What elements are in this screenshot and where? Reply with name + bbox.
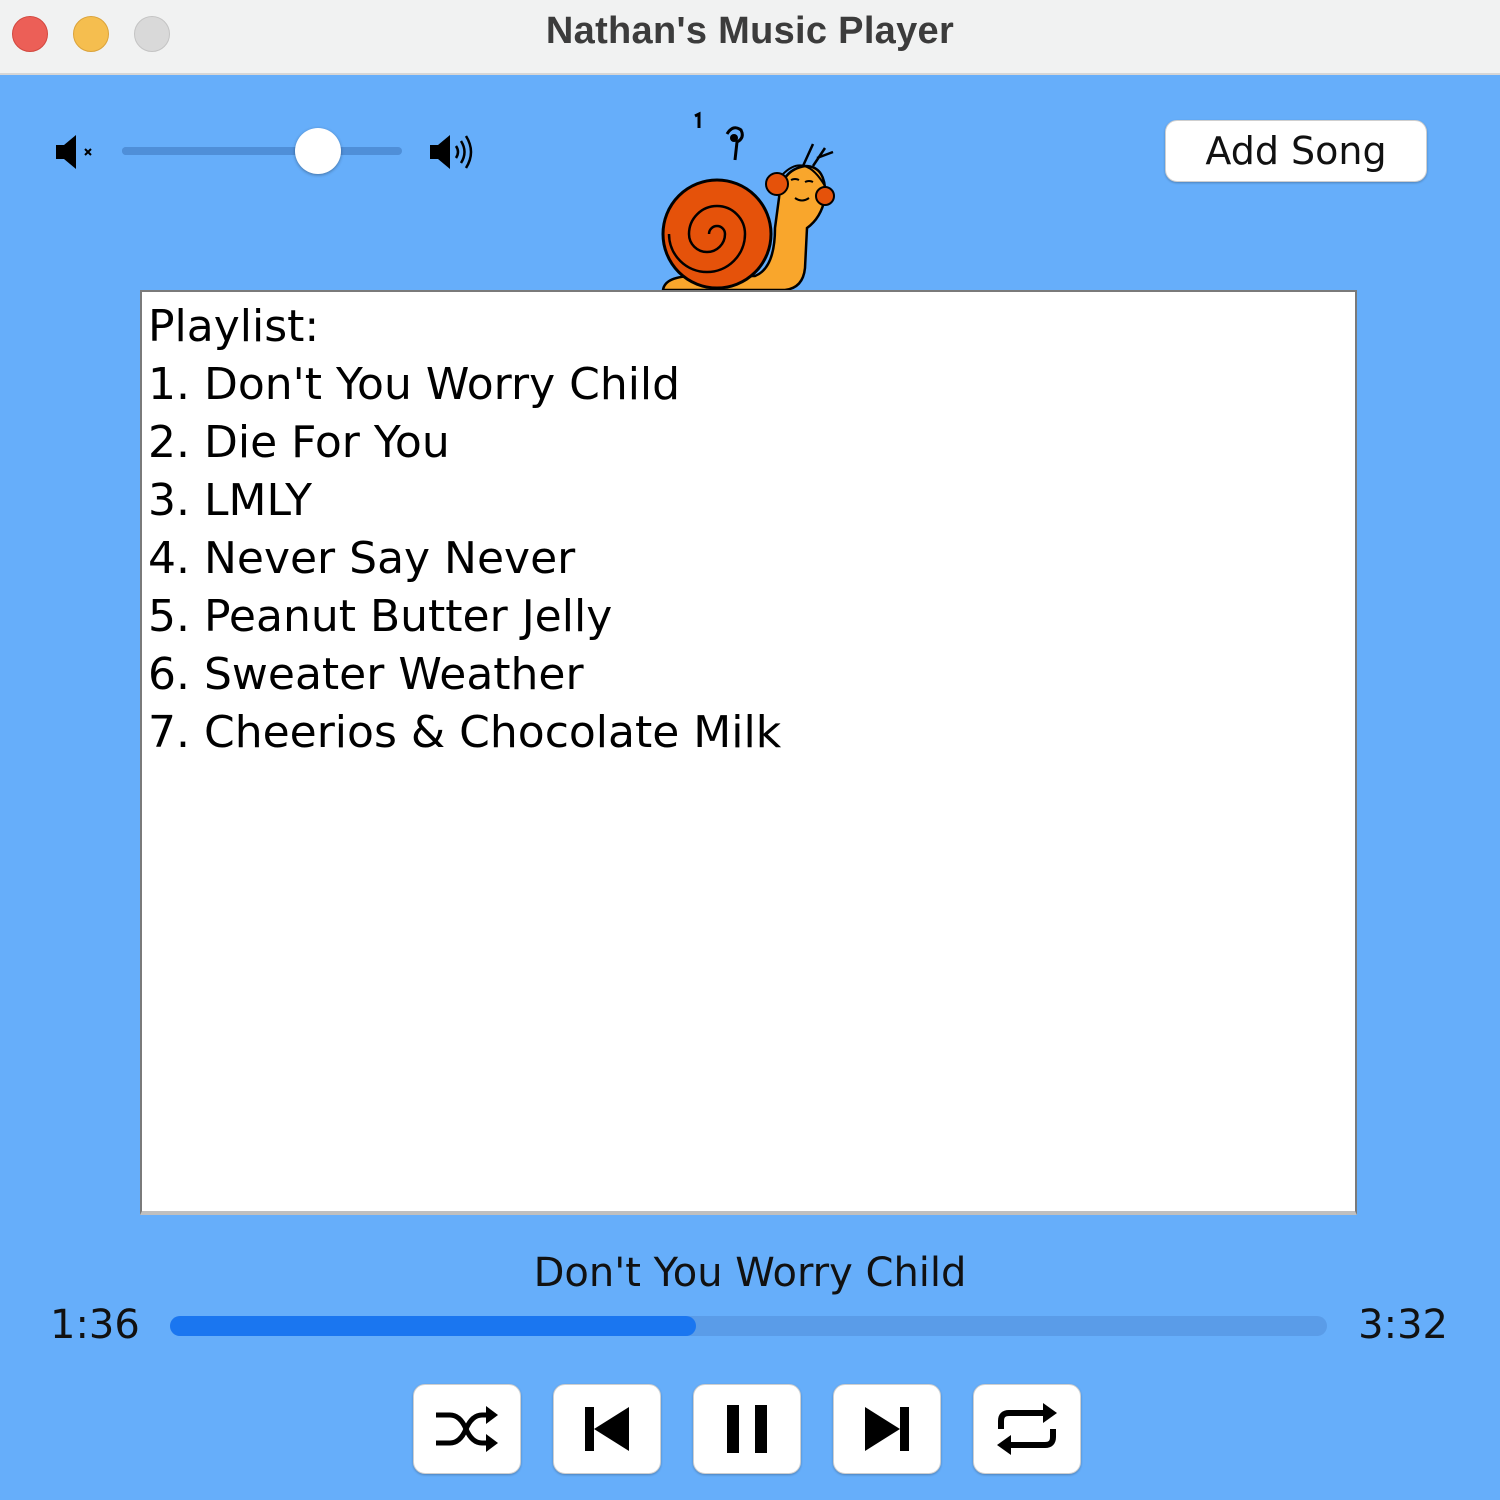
volume-slider-fill xyxy=(122,147,318,155)
playback-progress-bar[interactable] xyxy=(170,1316,1327,1336)
playlist-item: 1. Don't You Worry Child xyxy=(148,359,681,410)
pause-button[interactable] xyxy=(693,1384,801,1474)
shuffle-icon xyxy=(436,1406,498,1452)
playlist-item: 2. Die For You xyxy=(148,417,450,468)
pause-icon xyxy=(727,1405,767,1453)
playlist-item: 7. Cheerios & Chocolate Milk xyxy=(148,707,782,758)
speaker-loud-icon[interactable] xyxy=(428,130,478,174)
volume-slider[interactable] xyxy=(122,128,402,174)
snail-with-headphones-icon xyxy=(661,111,835,292)
playlist-header: Playlist: xyxy=(148,301,320,352)
title-bar: Nathan's Music Player xyxy=(0,0,1500,75)
repeat-icon xyxy=(997,1403,1057,1455)
next-icon xyxy=(865,1407,909,1451)
shuffle-button[interactable] xyxy=(413,1384,521,1474)
playlist-item: 6. Sweater Weather xyxy=(148,649,584,700)
previous-button[interactable] xyxy=(553,1384,661,1474)
current-time: 1:36 xyxy=(50,1302,140,1348)
repeat-button[interactable] xyxy=(973,1384,1081,1474)
volume-slider-thumb[interactable] xyxy=(295,128,341,174)
speaker-muted-icon[interactable] xyxy=(54,132,98,172)
previous-icon xyxy=(585,1407,629,1451)
playlist-item: 4. Never Say Never xyxy=(148,533,576,584)
playback-progress-fill xyxy=(170,1316,697,1336)
next-button[interactable] xyxy=(833,1384,941,1474)
now-playing-title: Don't You Worry Child xyxy=(533,1250,967,1296)
total-time: 3:32 xyxy=(1358,1302,1448,1348)
playlist-item: 5. Peanut Butter Jelly xyxy=(148,591,613,642)
playlist-text-area[interactable]: Playlist: 1. Don't You Worry Child 2. Di… xyxy=(140,290,1357,1215)
playlist-item: 3. LMLY xyxy=(148,475,312,526)
add-song-button[interactable]: Add Song xyxy=(1165,120,1427,182)
window-title: Nathan's Music Player xyxy=(545,10,955,52)
